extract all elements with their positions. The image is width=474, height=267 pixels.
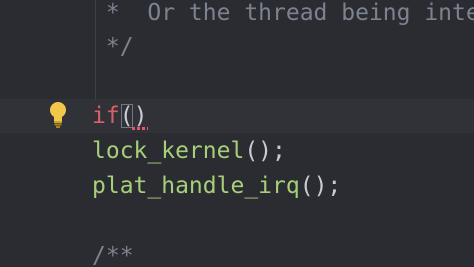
call-punctuation: (); bbox=[299, 173, 342, 199]
close-paren: ) bbox=[133, 103, 148, 129]
code-line-lock-kernel[interactable]: lock_kernel(); bbox=[92, 134, 286, 168]
if-keyword: if bbox=[92, 103, 120, 129]
lightbulb-icon[interactable] bbox=[48, 101, 68, 129]
code-line-comment[interactable]: * Or the thread being inte bbox=[92, 0, 474, 30]
code-line-plat-handle-irq[interactable]: plat_handle_irq(); bbox=[92, 169, 341, 203]
function-call-plat-handle-irq: plat_handle_irq bbox=[92, 173, 300, 199]
call-punctuation: (); bbox=[244, 138, 286, 164]
doc-comment-open: /** bbox=[92, 243, 134, 267]
error-squiggle bbox=[132, 127, 148, 130]
code-line-comment-end[interactable]: */ bbox=[92, 30, 134, 64]
code-editor[interactable]: * Or the thread being inte */ if() lock_… bbox=[0, 0, 474, 267]
current-line-highlight bbox=[0, 99, 474, 133]
comment-text: Or the thread being inte bbox=[147, 0, 474, 26]
open-paren: ( bbox=[119, 103, 134, 129]
code-line-doc-comment[interactable]: /** bbox=[92, 239, 134, 267]
function-call-lock-kernel: lock_kernel bbox=[92, 138, 245, 164]
comment-prefix: * bbox=[92, 0, 148, 26]
comment-close: */ bbox=[92, 34, 134, 60]
